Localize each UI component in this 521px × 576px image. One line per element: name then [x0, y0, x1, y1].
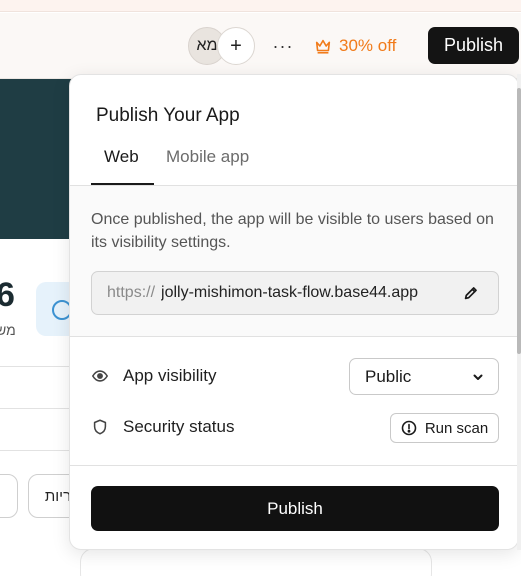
tab-web[interactable]: Web: [104, 147, 139, 167]
background-divider: [0, 408, 80, 409]
visibility-select[interactable]: Public: [349, 358, 499, 395]
tab-mobile-app[interactable]: Mobile app: [166, 147, 249, 167]
top-strip: [0, 0, 521, 12]
background-stat-label: מש: [0, 322, 16, 338]
publish-button-header[interactable]: Publish: [428, 27, 519, 64]
publish-description: Once published, the app will be visible …: [91, 211, 494, 251]
avatar-initials: מא: [196, 37, 218, 54]
chevron-down-icon: [473, 374, 483, 380]
background-card: [80, 548, 432, 576]
publish-button[interactable]: Publish: [91, 486, 499, 531]
shield-icon: [93, 419, 107, 435]
run-scan-label: Run scan: [424, 419, 489, 437]
visibility-value: Public: [365, 366, 412, 386]
background-filter-pill[interactable]: [0, 474, 18, 518]
background-pill-label: ריות: [44, 487, 72, 505]
more-icon: ···: [272, 35, 294, 56]
footer-divider: [70, 465, 518, 466]
url-value: jolly-mishimon-task-flow.base44.app: [161, 284, 419, 301]
run-scan-button[interactable]: Run scan: [390, 413, 499, 443]
background-divider: [0, 366, 80, 367]
popover-title: Publish Your App: [96, 105, 240, 126]
security-status-row: Security status: [91, 413, 235, 441]
add-button[interactable]: +: [217, 27, 255, 65]
publish-popover: Publish Your App Web Mobile app Once pub…: [69, 74, 519, 550]
promo-link[interactable]: 30% off: [314, 33, 396, 59]
app-visibility-row: App visibility: [91, 362, 217, 390]
background-stat-number: 6: [0, 276, 15, 314]
eye-icon: [91, 370, 109, 382]
app-visibility-label: App visibility: [123, 366, 217, 385]
url-prefix: https://: [107, 284, 156, 301]
plus-icon: +: [230, 34, 242, 57]
app-url-field[interactable]: https:// jolly-mishimon-task-flow.base44…: [91, 271, 499, 315]
background-divider: [0, 450, 80, 451]
alert-circle-icon: [401, 420, 417, 436]
more-options-button[interactable]: ···: [268, 32, 298, 60]
section-divider: [70, 336, 518, 337]
promo-label: 30% off: [339, 36, 397, 55]
security-status-label: Security status: [123, 417, 235, 436]
pencil-icon[interactable]: [462, 284, 480, 302]
scrollbar-thumb[interactable]: [517, 88, 521, 354]
crown-icon: [315, 39, 331, 54]
